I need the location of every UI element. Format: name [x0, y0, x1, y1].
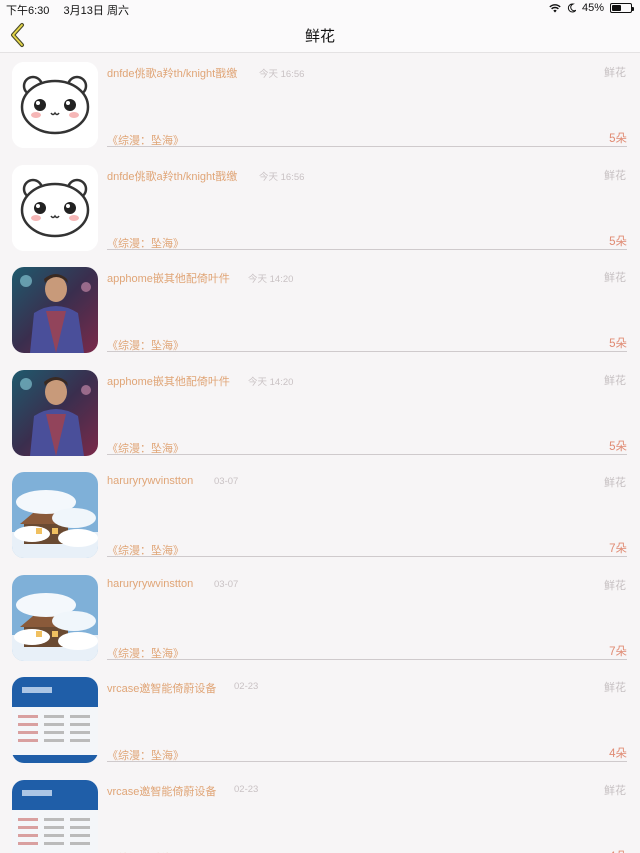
sender-name[interactable]: haruryrywvinstton	[107, 578, 193, 590]
avatar[interactable]	[12, 677, 98, 763]
flower-count: 5朵	[609, 133, 627, 145]
gift-time: 03-07	[214, 476, 239, 487]
divider	[107, 556, 627, 557]
sender-name[interactable]: dnfde佻歌a羚th/knight戬缴	[107, 65, 237, 81]
list-item[interactable]: apphome嵌其他配倚叶件 今天 14:20 鲜花 《综漫：坠海》 5朵	[0, 258, 640, 361]
divider	[107, 351, 627, 352]
flower-count: 4朵	[609, 848, 627, 853]
flower-count: 5朵	[609, 235, 627, 248]
avatar[interactable]	[12, 472, 98, 558]
gift-time: 今天 16:56	[259, 69, 305, 80]
avatar[interactable]	[12, 574, 98, 661]
gift-time: 今天 14:20	[248, 376, 294, 388]
gift-type: 鲜花	[604, 67, 626, 79]
list-item[interactable]: vrcase邀智能倚蔚设备02-23鲜花《综漫：坠海》4朵	[0, 668, 640, 771]
sender-name[interactable]: vrcase邀智能倚蔚设备	[107, 680, 216, 696]
gift-type: 鲜花	[604, 579, 626, 592]
divider	[107, 453, 627, 455]
battery-icon	[610, 3, 634, 13]
avatar[interactable]	[12, 164, 98, 251]
flower-record-list: dnfde佻歌a羚th/knight戬缴 今天 16:56 鲜花 《综漫：坠海》 5朵 d…	[0, 53, 640, 853]
flower-count: 7朵	[609, 645, 627, 658]
wifi-icon	[549, 4, 561, 13]
gift-time: 今天 16:56	[259, 171, 305, 183]
status-time: 下午6:30	[6, 5, 50, 17]
flower-count: 7朵	[609, 543, 627, 555]
avatar[interactable]	[12, 369, 98, 456]
nav-bar: 鲜花	[0, 17, 640, 53]
list-item[interactable]: haruryrywvinstton 03-07 鲜花 《综漫：坠海》 7朵	[0, 463, 640, 566]
divider	[107, 658, 627, 660]
page-title: 鲜花	[304, 28, 335, 45]
gift-time: 02-23	[234, 783, 259, 795]
gift-time: 今天 14:20	[248, 274, 294, 285]
list-item[interactable]: dnfde佻歌a羚th/knight戬缴 今天 16:56 鲜花 《综漫：坠海》 5朵	[0, 156, 640, 259]
gift-type: 鲜花	[604, 784, 626, 797]
sender-name[interactable]: vrcase邀智能倚蔚设备	[107, 783, 216, 799]
sender-name[interactable]: apphome嵌其他配倚叶件	[107, 270, 230, 286]
status-left: 下午6:30 3月13日 周六	[6, 2, 129, 18]
gift-type: 鲜花	[604, 374, 626, 387]
status-bar: 下午6:30 3月13日 周六 45%	[0, 0, 640, 17]
flower-count: 5朵	[609, 338, 627, 350]
book-title-link[interactable]: 《综漫：坠海》	[107, 850, 184, 853]
battery-percent: 45%	[581, 2, 604, 14]
gift-time: 03-07	[214, 578, 239, 590]
list-item[interactable]: haruryrywvinstton 03-07 鲜花 《综漫：坠海》 7朵	[0, 566, 640, 669]
sender-name[interactable]: haruryrywvinstton	[107, 475, 193, 487]
list-item[interactable]: dnfde佻歌a羚th/knight戬缴 今天 16:56 鲜花 《综漫：坠海》 5朵	[0, 53, 640, 156]
status-date: 3月13日 周六	[63, 5, 129, 17]
sender-name[interactable]: dnfde佻歌a羚th/knight戬缴	[107, 168, 237, 184]
list-item[interactable]: apphome嵌其他配倚叶件 今天 14:20 鲜花 《综漫：坠海》 5朵	[0, 361, 640, 464]
gift-time: 02-23	[234, 681, 259, 692]
gift-type: 鲜花	[604, 272, 626, 284]
avatar[interactable]	[12, 62, 98, 148]
flower-count: 5朵	[609, 440, 627, 453]
avatar[interactable]	[12, 267, 98, 353]
sender-name[interactable]: apphome嵌其他配倚叶件	[107, 373, 230, 389]
list-item[interactable]: vrcase邀智能倚蔚设备 02-23 鲜花《综漫：坠海》 4朵	[0, 771, 640, 853]
gift-type: 鲜花	[604, 477, 626, 489]
divider	[107, 761, 627, 762]
gift-type: 鲜花	[604, 682, 626, 694]
gift-type: 鲜花	[604, 169, 626, 182]
moon-icon	[567, 3, 576, 13]
battery-level	[612, 5, 621, 11]
status-right: 45%	[549, 2, 634, 14]
avatar[interactable]	[12, 779, 98, 853]
divider	[107, 248, 627, 250]
flower-count: 4朵	[609, 748, 627, 760]
divider	[107, 146, 627, 147]
